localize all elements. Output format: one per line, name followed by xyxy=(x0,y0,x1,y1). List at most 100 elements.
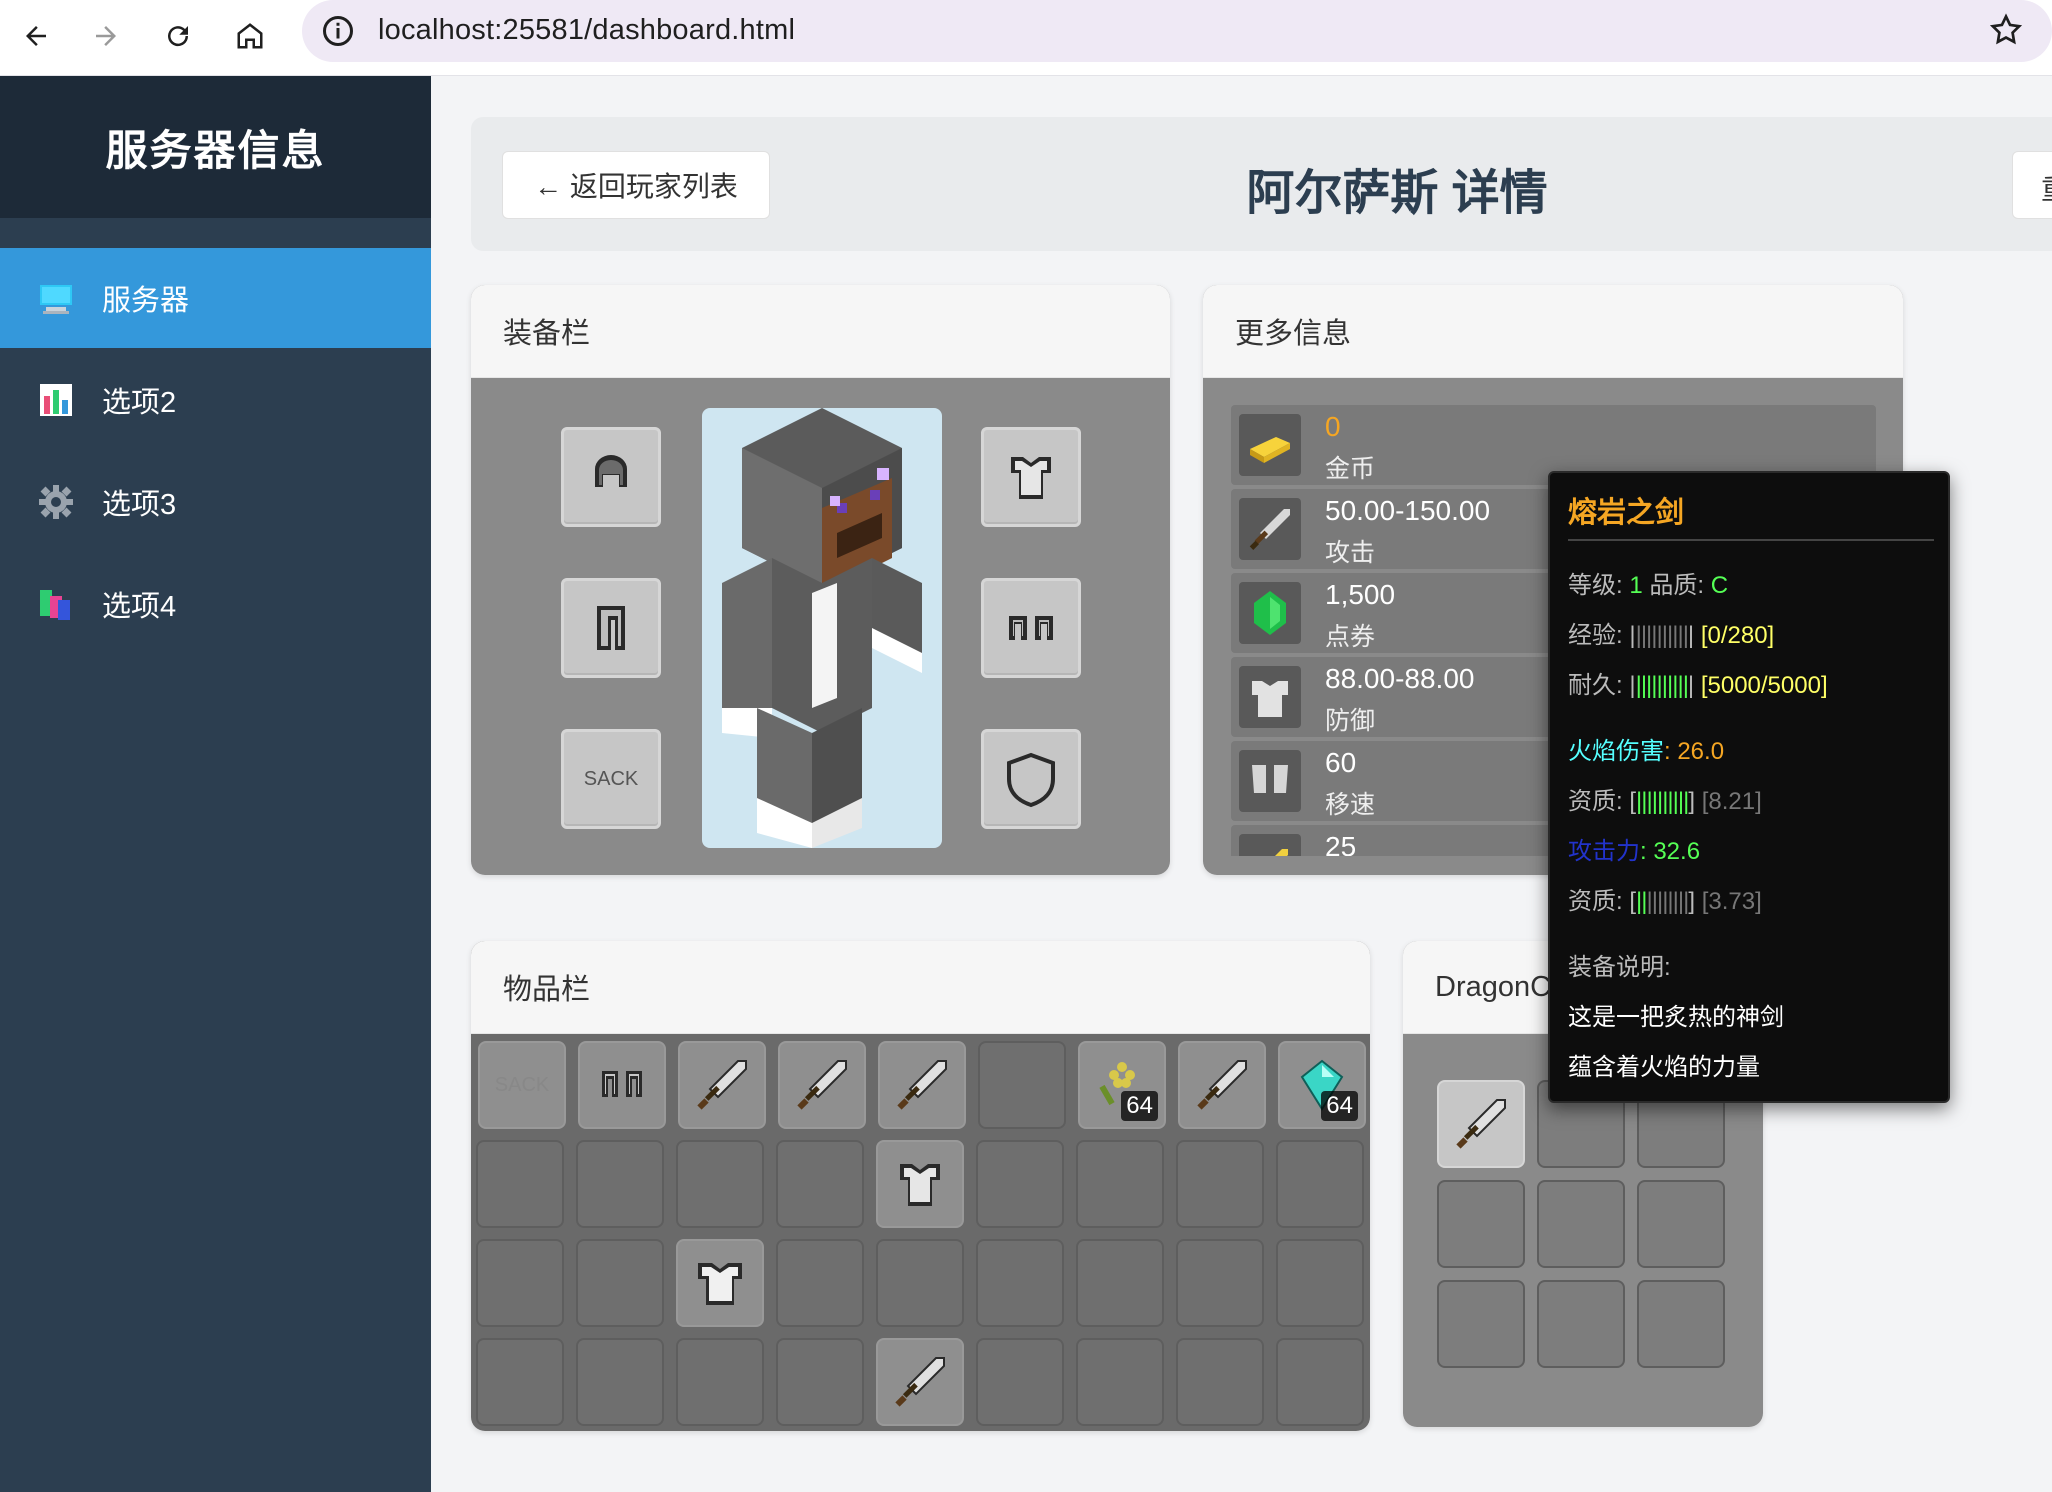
inventory-slot-empty[interactable] xyxy=(476,1338,564,1426)
inventory-slot-empty[interactable] xyxy=(576,1239,664,1327)
sidebar-item-option4[interactable]: 选项4 xyxy=(0,554,431,654)
exp-value: [0/280] xyxy=(1700,622,1775,649)
inventory-slot-empty[interactable] xyxy=(1076,1338,1164,1426)
dragon-slot-empty[interactable] xyxy=(1437,1180,1525,1268)
chestplate-icon xyxy=(698,1263,742,1305)
inventory-slot-empty[interactable] xyxy=(476,1140,564,1228)
sidebar-item-server[interactable]: 服务器 xyxy=(0,248,431,348)
inventory-slot-empty[interactable] xyxy=(876,1239,964,1327)
sidebar-item-label: 选项4 xyxy=(102,591,177,623)
attack-value: : 32.6 xyxy=(1640,838,1701,865)
dragon-slot-empty[interactable] xyxy=(1437,1280,1525,1368)
item-tooltip: 熔岩之剑 等级: 1 品质: C 经验: |||||||||||| [0/280… xyxy=(1548,471,1950,1103)
inventory-slot-empty[interactable] xyxy=(1076,1239,1164,1327)
bookmark-star-icon[interactable] xyxy=(1988,12,2024,48)
aptitude-bar-right: ] xyxy=(1688,788,1696,815)
dragon-slot-empty[interactable] xyxy=(1537,1180,1625,1268)
info-label: 防御 xyxy=(1325,707,1376,735)
inventory-slot[interactable]: 64 xyxy=(1078,1041,1166,1129)
aptitude-value: [8.21] xyxy=(1701,788,1762,815)
tooltip-desc-line: 这是一把炙热的神剑 xyxy=(1568,1004,1784,1031)
inventory-slot-empty[interactable] xyxy=(976,1140,1064,1228)
inventory-slot[interactable]: 64 xyxy=(1278,1041,1366,1129)
tooltip-aptitude1-line: 资质: [||||||||||] [8.21] xyxy=(1568,781,1762,816)
level-label: 等级: xyxy=(1568,572,1630,599)
chart-icon xyxy=(40,384,72,416)
exp-bar-right: | xyxy=(1687,622,1695,649)
dragon-slot-empty[interactable] xyxy=(1637,1180,1725,1268)
shield-slot[interactable] xyxy=(981,729,1081,829)
dragon-slot[interactable] xyxy=(1437,1080,1525,1168)
inventory-slot[interactable] xyxy=(778,1041,866,1129)
inventory-slot-empty[interactable] xyxy=(676,1140,764,1228)
equipment-card: 装备栏 SACK xyxy=(471,285,1170,875)
back-arrow-icon[interactable] xyxy=(10,10,62,62)
sack-label: SACK xyxy=(494,1073,550,1096)
header-right-button[interactable]: 重 xyxy=(2012,151,2052,219)
info-label: 点券 xyxy=(1325,623,1376,651)
pickaxe-icon xyxy=(1239,834,1301,856)
sidebar-item-option2[interactable]: 选项2 xyxy=(0,350,431,450)
inventory-slot-empty[interactable] xyxy=(1176,1239,1264,1327)
leggings-icon xyxy=(597,606,625,650)
inventory-slot[interactable] xyxy=(876,1140,964,1228)
dragon-slot-empty[interactable] xyxy=(1637,1280,1725,1368)
chestplate-slot[interactable] xyxy=(981,427,1081,527)
shield-icon xyxy=(1007,752,1055,808)
info-value: 0 xyxy=(1325,411,1341,442)
inventory-slot-empty[interactable] xyxy=(976,1338,1064,1426)
inventory-slot-empty[interactable] xyxy=(676,1338,764,1426)
inventory-slot-empty[interactable] xyxy=(976,1239,1064,1327)
inventory-slot-empty[interactable] xyxy=(1276,1239,1364,1327)
inventory-slot-empty[interactable] xyxy=(776,1239,864,1327)
inventory-slot-empty[interactable] xyxy=(576,1140,664,1228)
dragon-slot-empty[interactable] xyxy=(1537,1280,1625,1368)
sidebar-item-option3[interactable]: 选项3 xyxy=(0,452,431,552)
boots-slot[interactable] xyxy=(981,578,1081,678)
inventory-slot[interactable] xyxy=(578,1041,666,1129)
helmet-slot[interactable] xyxy=(561,427,661,527)
tooltip-exp-line: 经验: |||||||||||| [0/280] xyxy=(1568,615,1774,650)
chestplate-icon xyxy=(1239,666,1301,728)
inventory-slot-empty[interactable] xyxy=(1276,1140,1364,1228)
inventory-slot-empty[interactable] xyxy=(1176,1140,1264,1228)
inventory-slot[interactable] xyxy=(1178,1041,1266,1129)
quality-value: C xyxy=(1710,572,1729,599)
fire-damage-label: 火焰伤害 xyxy=(1568,738,1664,765)
aptitude-bar: |||||||||| xyxy=(1636,788,1689,815)
home-icon[interactable] xyxy=(224,10,276,62)
leggings-slot[interactable] xyxy=(561,578,661,678)
inventory-title: 物品栏 xyxy=(471,941,1370,1034)
inventory-slot[interactable] xyxy=(876,1338,964,1426)
inventory-slot-sack[interactable]: SACK xyxy=(478,1041,566,1129)
inventory-slot[interactable] xyxy=(678,1041,766,1129)
reload-icon[interactable] xyxy=(152,10,204,62)
inventory-slot[interactable] xyxy=(676,1239,764,1327)
sack-slot[interactable]: SACK xyxy=(561,729,661,829)
inventory-slot-empty[interactable] xyxy=(1076,1140,1164,1228)
aptitude-label: 资质: xyxy=(1568,788,1630,815)
tooltip-level-line: 等级: 1 品质: C xyxy=(1568,565,1728,600)
inventory-slot[interactable] xyxy=(878,1041,966,1129)
inventory-slot-empty[interactable] xyxy=(1176,1338,1264,1426)
tooltip-fire-line: 火焰伤害: 26.0 xyxy=(1568,731,1724,766)
inventory-slot-empty[interactable] xyxy=(576,1338,664,1426)
sidebar-title: 服务器信息 xyxy=(105,126,326,174)
forward-arrow-icon[interactable] xyxy=(80,10,132,62)
inventory-slot-empty[interactable] xyxy=(776,1338,864,1426)
emerald-icon xyxy=(1239,582,1301,644)
aptitude-value: [3.73] xyxy=(1701,888,1762,915)
info-value: 1,500 xyxy=(1325,579,1396,610)
url-text[interactable]: localhost:25581/dashboard.html xyxy=(378,14,795,47)
inventory-slot-empty[interactable] xyxy=(476,1239,564,1327)
tooltip-item-name: 熔岩之剑 xyxy=(1568,497,1685,529)
address-bar[interactable]: localhost:25581/dashboard.html xyxy=(302,0,2052,62)
inventory-slot-empty[interactable] xyxy=(776,1140,864,1228)
sidebar-item-label: 选项3 xyxy=(102,489,177,521)
tooltip-desc-line: 蕴含着火焰的力量 xyxy=(1568,1054,1760,1081)
inventory-slot-empty[interactable] xyxy=(978,1041,1066,1129)
inventory-slot-empty[interactable] xyxy=(1276,1338,1364,1426)
site-info-icon[interactable] xyxy=(320,13,356,49)
sidebar-item-label: 选项2 xyxy=(102,387,177,419)
aptitude-bar-left: [ xyxy=(1629,788,1637,815)
